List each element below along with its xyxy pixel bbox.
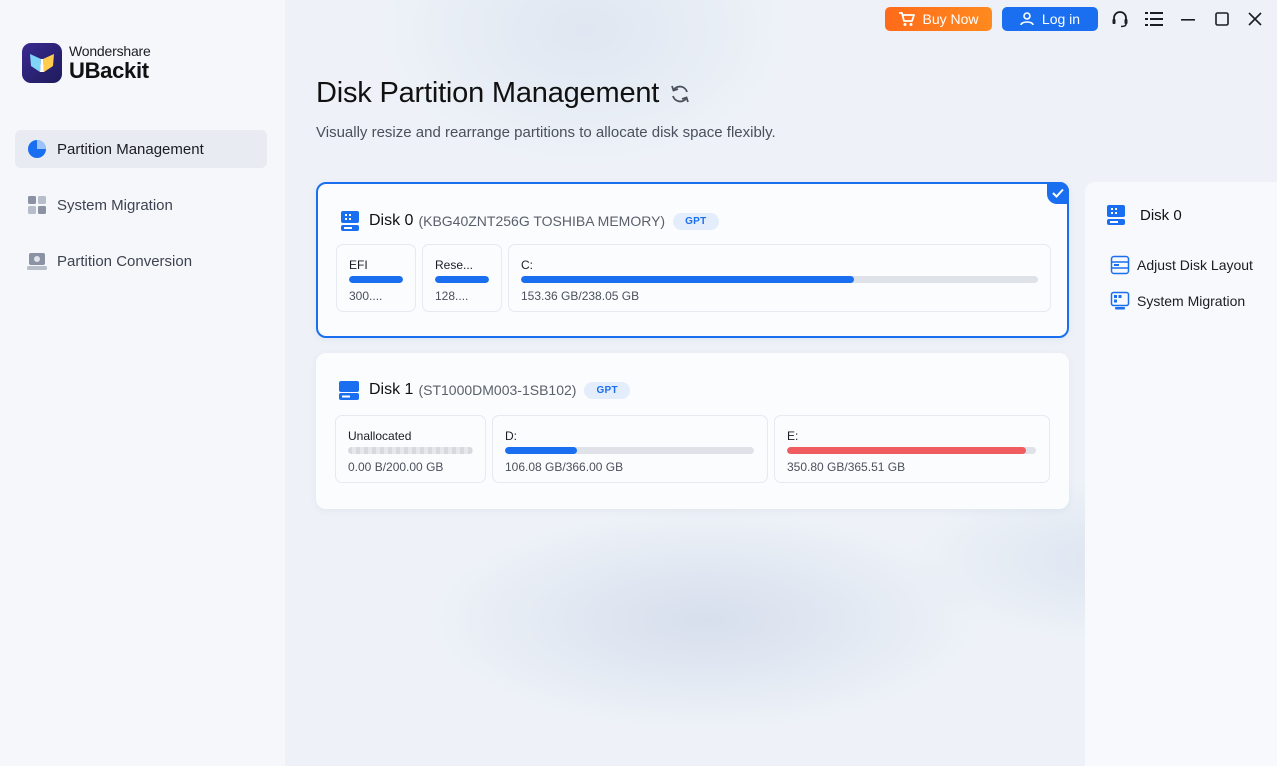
partition-usage-bar — [505, 447, 754, 454]
partition-usage-bar — [349, 276, 403, 283]
partition-size: 350.80 GB/365.51 GB — [787, 460, 906, 474]
headset-support-icon[interactable] — [1110, 9, 1130, 29]
partition-usage-bar — [521, 276, 1038, 283]
page-header: Disk Partition Management — [316, 77, 691, 110]
disk-card-0[interactable]: Disk 0 (KBG40ZNT256G TOSHIBA MEMORY) GPT… — [316, 182, 1069, 338]
maximize-icon[interactable] — [1212, 9, 1232, 29]
brand-name-small: Wondershare — [69, 43, 151, 59]
sidebar-item-system-migration[interactable]: System Migration — [15, 186, 267, 224]
action-label: System Migration — [1137, 293, 1246, 309]
buy-now-label: Buy Now — [922, 11, 979, 27]
partition-size: 106.08 GB/366.00 GB — [505, 460, 624, 474]
disk-name: Disk 1 — [369, 381, 414, 398]
partition-usage-bar — [435, 276, 489, 283]
partition-name: E: — [787, 429, 799, 443]
panel-disk-name: Disk 0 — [1140, 206, 1182, 224]
action-label: Adjust Disk Layout — [1137, 257, 1253, 273]
sidebar-nav: Partition Management System Migration Pa… — [15, 130, 267, 298]
disk-icon — [1107, 205, 1125, 225]
disk-icon — [339, 381, 359, 400]
partition-size: 153.36 GB/238.05 GB — [521, 289, 640, 303]
pie-chart-icon — [27, 139, 47, 159]
migration-grid-icon — [27, 195, 47, 215]
partition-name: C: — [521, 258, 533, 272]
system-migration-button[interactable]: System Migration — [1110, 291, 1245, 311]
disk-model: (KBG40ZNT256G TOSHIBA MEMORY) — [418, 213, 666, 229]
selected-check-icon — [1047, 182, 1069, 204]
sidebar-item-label: Partition Conversion — [57, 252, 193, 270]
gpt-badge: GPT — [673, 212, 719, 230]
adjust-disk-layout-button[interactable]: Adjust Disk Layout — [1110, 255, 1253, 275]
partition-name: EFI — [349, 258, 368, 272]
minimize-icon[interactable] — [1178, 9, 1198, 29]
buy-now-button[interactable]: Buy Now — [885, 7, 992, 31]
partition-reserved[interactable]: Rese... 128.... — [422, 244, 502, 312]
partition-e[interactable]: E: 350.80 GB/365.51 GB — [774, 415, 1050, 483]
sidebar-item-label: System Migration — [57, 196, 173, 214]
app-logo: Wondershare UBackit — [22, 43, 151, 83]
user-icon — [1020, 12, 1034, 26]
sidebar-item-partition-management[interactable]: Partition Management — [15, 130, 267, 168]
brand-name-large: UBackit — [69, 58, 149, 83]
partition-efi[interactable]: EFI 300.... — [336, 244, 416, 312]
disk-card-1[interactable]: Disk 1 (ST1000DM003-1SB102) GPT Unalloca… — [316, 353, 1069, 509]
system-migration-icon — [1110, 291, 1130, 310]
partition-unallocated[interactable]: Unallocated 0.00 B/200.00 GB — [335, 415, 486, 483]
page-subtitle: Visually resize and rearrange partitions… — [316, 124, 776, 141]
cart-icon — [899, 12, 916, 26]
adjust-layout-icon — [1110, 255, 1130, 275]
close-icon[interactable] — [1245, 9, 1265, 29]
partition-size: 0.00 B/200.00 GB — [348, 460, 444, 474]
sidebar: Wondershare UBackit Partition Management — [0, 0, 285, 766]
disk-actions-panel: Disk 0 Adjust Disk Layout System Migrati… — [1085, 182, 1277, 766]
login-button[interactable]: Log in — [1002, 7, 1098, 31]
partition-name: Rese... — [435, 258, 474, 272]
ubackit-logo-icon — [22, 43, 62, 83]
partition-usage-bar — [787, 447, 1036, 454]
sidebar-item-label: Partition Management — [57, 140, 204, 158]
partition-name: Unallocated — [348, 429, 412, 443]
panel-title: Disk 0 — [1106, 204, 1182, 226]
page-title: Disk Partition Management — [316, 77, 660, 109]
drive-convert-icon — [27, 251, 47, 271]
sidebar-item-partition-conversion[interactable]: Partition Conversion — [15, 242, 267, 280]
partition-size: 300.... — [349, 289, 383, 303]
disk-name: Disk 0 — [369, 212, 414, 229]
partition-d[interactable]: D: 106.08 GB/366.00 GB — [492, 415, 768, 483]
disk-model: (ST1000DM003-1SB102) — [418, 382, 577, 398]
partition-name: D: — [505, 429, 517, 443]
disk-icon — [341, 211, 359, 231]
gpt-badge: GPT — [584, 381, 630, 399]
menu-list-icon[interactable] — [1144, 9, 1164, 29]
refresh-icon[interactable] — [669, 83, 691, 105]
partition-size: 128.... — [435, 289, 469, 303]
login-label: Log in — [1041, 11, 1081, 27]
partition-usage-bar — [348, 447, 473, 454]
partition-c[interactable]: C: 153.36 GB/238.05 GB — [508, 244, 1051, 312]
